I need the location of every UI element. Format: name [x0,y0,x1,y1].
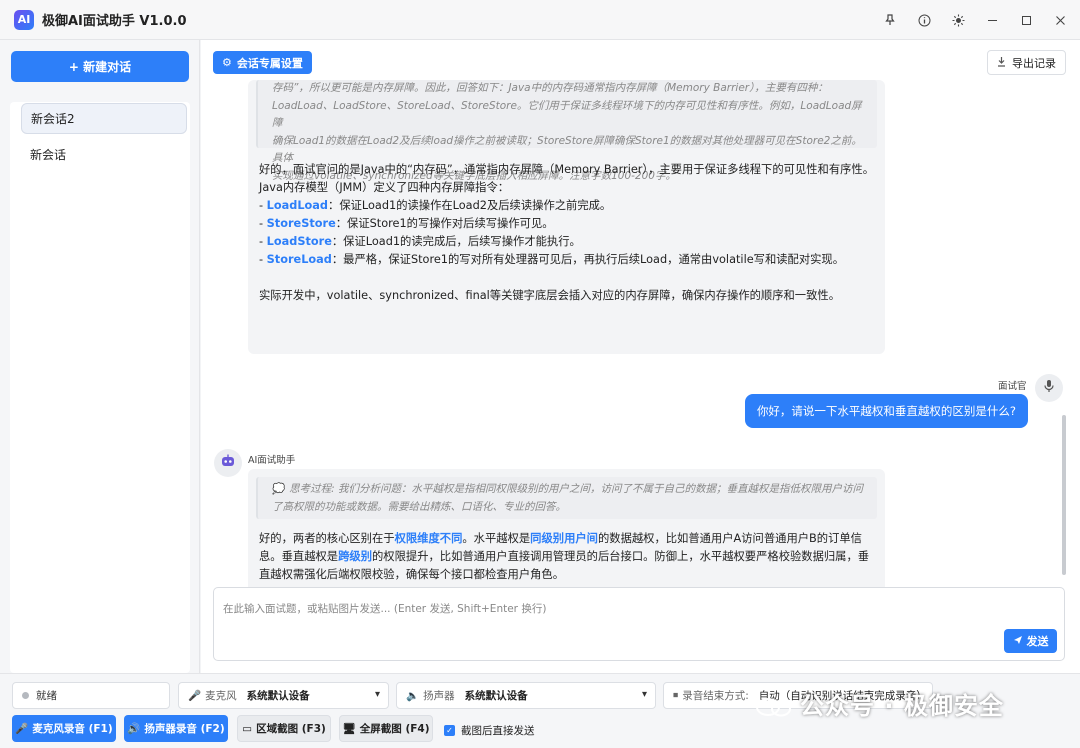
theme-toggle-icon[interactable] [948,10,968,30]
session-label: 新会话2 [31,112,75,126]
microphone-icon: 🎤 [188,690,202,702]
info-icon[interactable] [914,10,934,30]
pin-icon[interactable] [880,10,900,30]
answer-text: 好的，两者的核心区别在于权限维度不同。水平越权是同级别用户间的数据越权，比如普通… [259,530,881,584]
new-chat-button[interactable]: + 新建对话 [11,51,189,82]
answer-text: 好的，面试官问的是Java中的“内存码”，通常指内存屏障（Memory Barr… [259,161,879,305]
title-bar: AI 极御AI面试助手 V1.0.0 [0,0,1080,40]
session-settings-label: 会话专属设置 [236,56,303,70]
status-indicator: 就绪 [12,682,170,709]
chevron-down-icon: ▾ [374,689,380,700]
interviewer-avatar [1035,374,1063,402]
crop-icon: ▭ [242,722,253,735]
robot-icon [220,453,236,473]
keyword: 跨级别 [338,550,372,563]
thinking-line: LoadLoad、LoadStore、StoreLoad、StoreStore。… [272,99,862,130]
list-item: - LoadLoad：保证Load1的读操作在Load2及后续读操作之前完成。 [259,199,612,212]
session-label: 新会话 [30,148,67,162]
chat-scrollbar[interactable] [1062,415,1066,575]
app-title: 极御AI面试助手 V1.0.0 [42,14,187,29]
answer-line: 实际开发中，volatile、synchronized、final等关键字底层会… [259,289,840,302]
export-label: 导出记录 [1012,56,1056,70]
window-controls [880,10,1070,30]
list-item: - StoreStore：保证Store1的写操作对后续写操作可见。 [259,217,554,230]
minimize-icon[interactable] [982,10,1002,30]
keyword: 权限维度不同 [394,532,463,545]
keyword: 同级别用户间 [530,532,598,545]
thinking-line: 了高权限的功能或数据。需要给出精炼、口语化、专业的回答。 [272,500,566,513]
export-button[interactable]: 导出记录 [987,50,1066,75]
keyword: StoreStore [266,217,336,230]
gear-icon: ⚙ [222,56,232,69]
export-icon [997,56,1006,70]
session-item[interactable]: 新会话2 [21,103,187,134]
speaker-icon: 🔈 [406,690,420,702]
session-settings-button[interactable]: ⚙ 会话专属设置 [213,51,312,74]
microphone-select[interactable]: 🎤 麦克风 系统默认设备 ▾ [178,682,389,709]
mic-record-button[interactable]: 🎤 麦克风录音 (F1) [12,715,116,742]
session-item[interactable]: 新会话 [21,139,187,170]
main-panel: ⚙ 会话专属设置 导出记录 存码”，所以更可能是内存屏障。因此，回答如下：Jav… [201,40,1080,673]
region-screenshot-button[interactable]: ▭ 区域截图 (F3) [237,715,331,742]
record-end-icon: ⏹ [673,689,679,701]
answer-line: Java内存模型（JMM）定义了四种内存屏障指令： [259,181,510,194]
sidebar: + 新建对话 新会话2 新会话 [0,40,200,673]
speaker-record-button[interactable]: 🔊 扬声器录音 (F2) [124,715,228,742]
monitor-icon: 🖥 [342,723,356,735]
ai-message: 存码”，所以更可能是内存屏障。因此，回答如下：Java中的内存码通常指内存屏障（… [248,80,885,354]
keyword: LoadLoad [266,199,329,212]
fullscreen-screenshot-label: 全屏截图 (F4) [359,723,430,735]
send-icon [1013,635,1023,648]
speaker-select[interactable]: 🔈 扬声器 系统默认设备 ▾ [396,682,656,709]
status-text: 就绪 [36,690,57,702]
answer-line: 直越权需强化后端权限校验，确保每个接口都检查用户角色。 [259,568,565,581]
speaker-value: 系统默认设备 [464,690,528,702]
user-role-label: 面试官 [998,381,1027,392]
checkbox-label: 截图后直接发送 [461,725,535,737]
thinking-line: 存码”，所以更可能是内存屏障。因此，回答如下：Java中的内存码通常指内存屏障（… [272,82,828,94]
ai-message: 💭 思考过程: 我们分析问题：水平越权是指相同权限级别的用户之间，访问了不属于自己… [248,469,885,594]
speaker-label: 扬声器 [423,690,455,702]
thinking-icon: 💭 [272,483,286,495]
ai-avatar [214,449,242,477]
session-list: 新会话2 新会话 [10,102,190,673]
microphone-label: 麦克风 [205,690,237,702]
mic-record-label: 麦克风录音 (F1) [32,723,113,735]
thinking-block: 存码”，所以更可能是内存屏障。因此，回答如下：Java中的内存码通常指内存屏障（… [256,80,877,182]
region-screenshot-label: 区域截图 (F3) [256,723,326,735]
keyword: LoadStore [266,235,332,248]
list-item: - StoreLoad：最严格，保证Store1的写对所有处理器可见后，再执行后… [259,253,845,266]
question-input[interactable]: 在此输入面试题，或粘贴图片发送... (Enter 发送, Shift+Ente… [213,587,1065,661]
close-icon[interactable] [1050,10,1070,30]
status-dot-icon [22,692,29,699]
maximize-icon[interactable] [1016,10,1036,30]
thinking-line: 💭 思考过程: 我们分析问题：水平越权是指相同权限级别的用户之间，访问了不属于自己… [272,483,863,495]
ai-role-label: AI面试助手 [248,455,296,466]
app-logo: AI [14,9,34,30]
input-placeholder: 在此输入面试题，或粘贴图片发送... (Enter 发送, Shift+Ente… [223,603,547,615]
wechat-icon [756,698,791,717]
answer-line: 好的，两者的核心区别在于权限维度不同。水平越权是同级别用户间的数据越权，比如普通… [259,532,862,545]
speaker-record-label: 扬声器录音 (F2) [144,723,225,735]
send-label: 发送 [1026,635,1049,648]
watermark: 公众号 · 极御安全 [800,692,1004,720]
speaker-icon: 🔊 [127,723,141,735]
chat-area: 存码”，所以更可能是内存屏障。因此，回答如下：Java中的内存码通常指内存屏障（… [201,80,1080,620]
thinking-block: 💭 思考过程: 我们分析问题：水平越权是指相同权限级别的用户之间，访问了不属于自己… [256,477,877,519]
user-message: 你好，请说一下水平越权和垂直越权的区别是什么? [745,394,1028,428]
keyword: StoreLoad [266,253,332,266]
microphone-icon: 🎤 [15,723,29,735]
chevron-down-icon: ▾ [641,689,647,700]
fullscreen-screenshot-button[interactable]: 🖥 全屏截图 (F4) [339,715,433,742]
checkmark-icon: ✓ [444,725,455,736]
record-end-label: 录音结束方式: [682,690,749,702]
list-item: - LoadStore：保证Load1的读完成后，后续写操作才能执行。 [259,235,581,248]
send-button[interactable]: 发送 [1004,629,1057,653]
microphone-icon [1042,379,1056,397]
answer-line: 好的，面试官问的是Java中的“内存码”，通常指内存屏障（Memory Barr… [259,163,875,176]
answer-line: 息。垂直越权是跨级别的权限提升，比如普通用户直接调用管理员的后台接口。防御上，水… [259,550,870,563]
microphone-value: 系统默认设备 [246,690,310,702]
send-after-screenshot-checkbox[interactable]: ✓ 截图后直接发送 [444,723,535,738]
